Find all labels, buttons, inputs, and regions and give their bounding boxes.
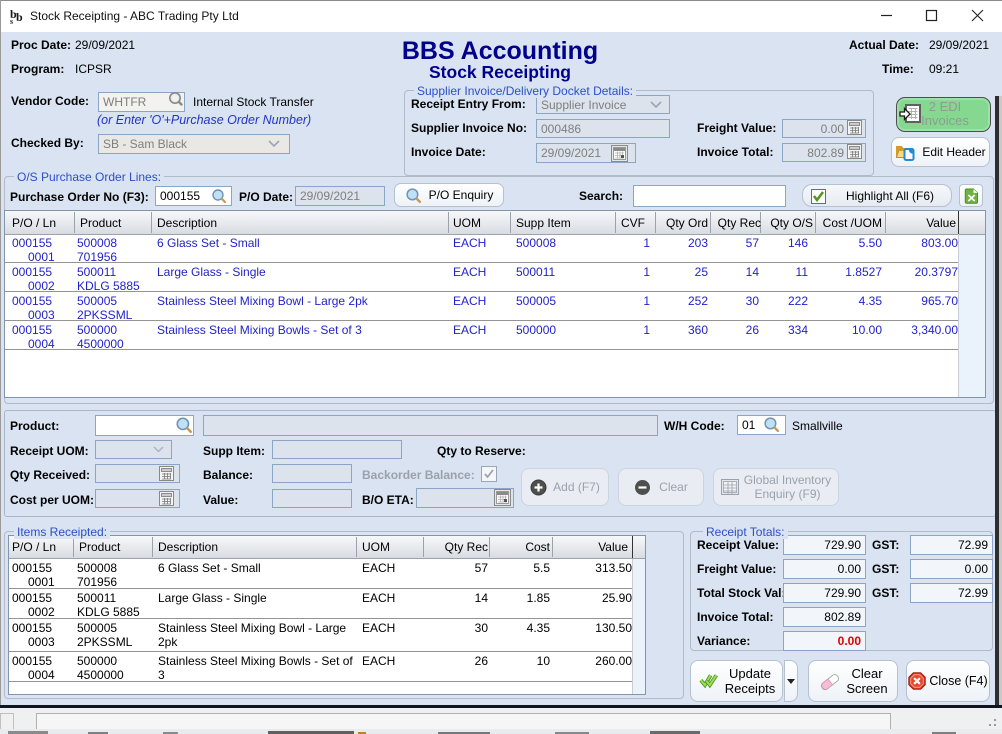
svg-text:s: s xyxy=(10,17,13,25)
svg-text:b: b xyxy=(16,10,23,24)
